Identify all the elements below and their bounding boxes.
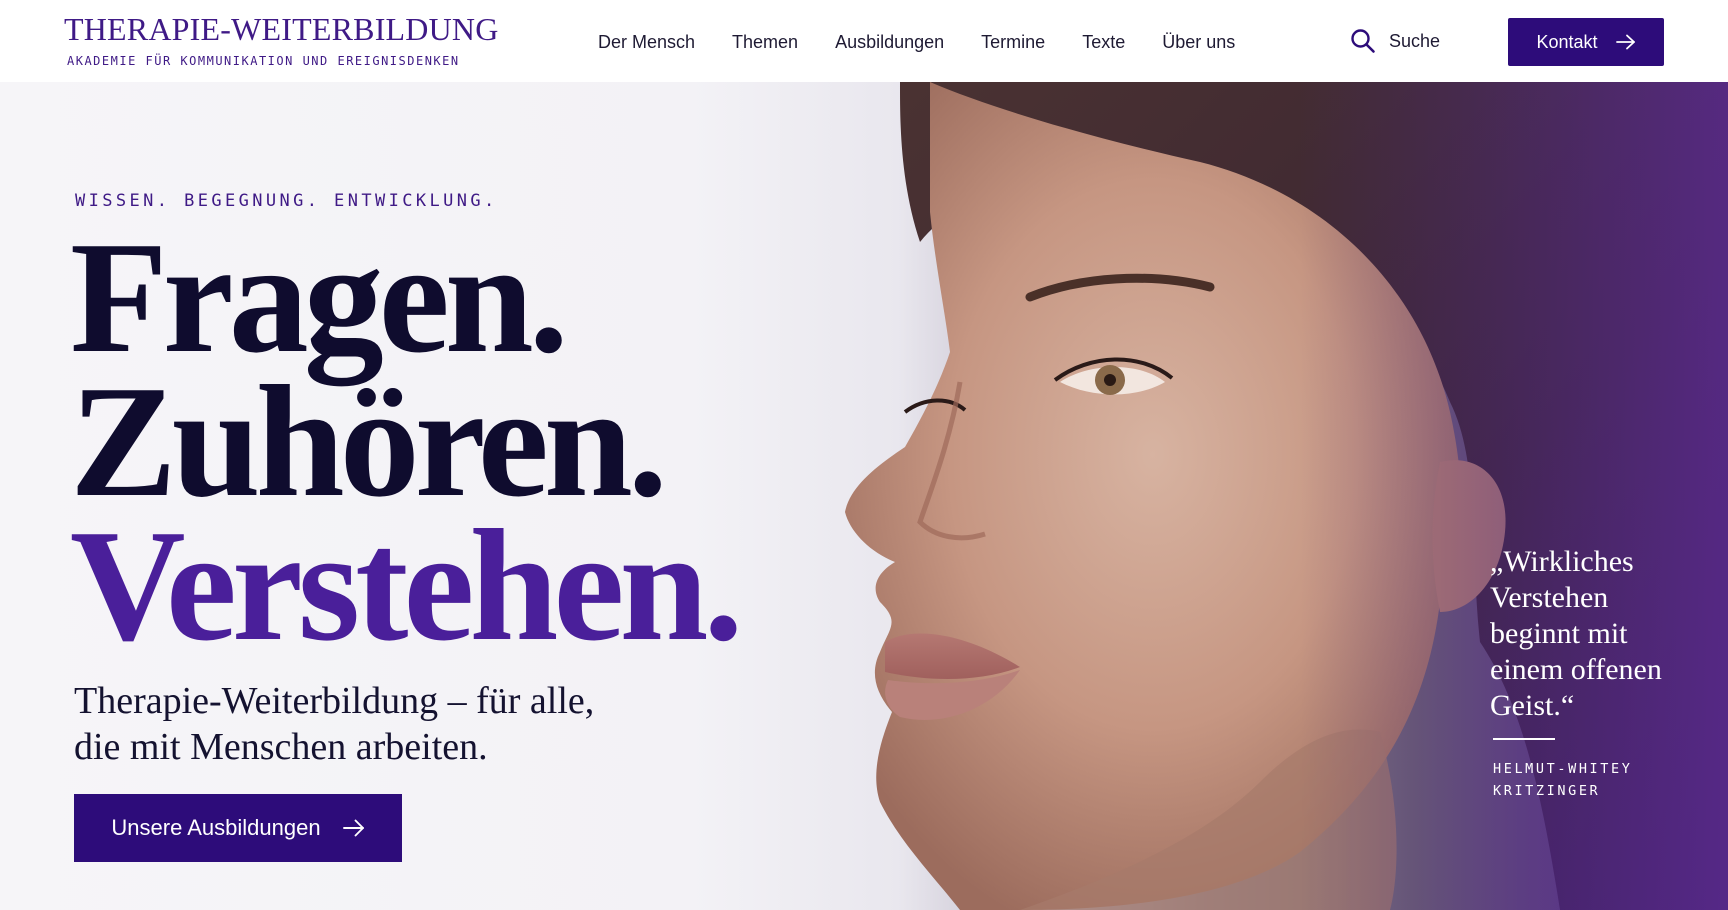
headline-line-verstehen: Verstehen. xyxy=(70,496,743,674)
headline-line-zuhoeren: Zuhören. xyxy=(70,352,668,530)
headline-line-fragen: Fragen. xyxy=(70,208,569,386)
contact-button-label: Kontakt xyxy=(1536,32,1598,52)
nav-item-texte[interactable]: Texte xyxy=(1082,30,1125,54)
subline-line-2: die mit Menschen arbeiten. xyxy=(74,726,488,768)
nav-item-themen[interactable]: Themen xyxy=(732,30,798,54)
hero-quote: „Wirkliches Verstehen beginnt mit einem … xyxy=(1490,544,1690,802)
arrow-right-icon xyxy=(1615,34,1635,50)
main-navigation: Der Mensch Themen Ausbildungen Termine T… xyxy=(598,30,1235,54)
quote-text: „Wirkliches Verstehen beginnt mit einem … xyxy=(1490,545,1662,722)
contact-button[interactable]: Kontakt xyxy=(1508,18,1664,66)
cta-button-label: Unsere Ausbildungen xyxy=(111,815,321,840)
hero-headline: Fragen. Zuhören. Verstehen. xyxy=(70,208,743,674)
search-icon xyxy=(1351,29,1375,53)
quote-divider xyxy=(1493,738,1555,740)
hero-subline: Therapie-Weiterbildung – für alle, die m… xyxy=(74,678,594,770)
quote-author: HELMUT-WHITEY KRITZINGER xyxy=(1493,761,1633,799)
subline-line-1: Therapie-Weiterbildung – für alle, xyxy=(74,680,595,722)
ausbildungen-cta-button[interactable]: Unsere Ausbildungen xyxy=(74,794,402,862)
nav-item-ausbildungen[interactable]: Ausbildungen xyxy=(835,30,944,54)
hero-section: WISSEN. BEGEGNUNG. ENTWICKLUNG. Fragen. … xyxy=(0,82,1728,910)
search-label: Suche xyxy=(1389,31,1441,51)
nav-item-der-mensch[interactable]: Der Mensch xyxy=(598,30,695,54)
logo-title: THERAPIE-WEITERBILDUNG xyxy=(64,11,499,47)
search-button[interactable]: Suche xyxy=(1350,28,1440,54)
logo-subtitle: AKADEMIE FÜR KOMMUNIKATION UND EREIGNISD… xyxy=(67,54,460,68)
nav-item-termine[interactable]: Termine xyxy=(981,30,1045,54)
arrow-right-icon xyxy=(342,819,364,837)
site-logo[interactable]: THERAPIE-WEITERBILDUNG AKADEMIE FÜR KOMM… xyxy=(64,12,499,68)
site-header: THERAPIE-WEITERBILDUNG AKADEMIE FÜR KOMM… xyxy=(0,0,1728,82)
nav-item-ueber-uns[interactable]: Über uns xyxy=(1162,30,1235,54)
